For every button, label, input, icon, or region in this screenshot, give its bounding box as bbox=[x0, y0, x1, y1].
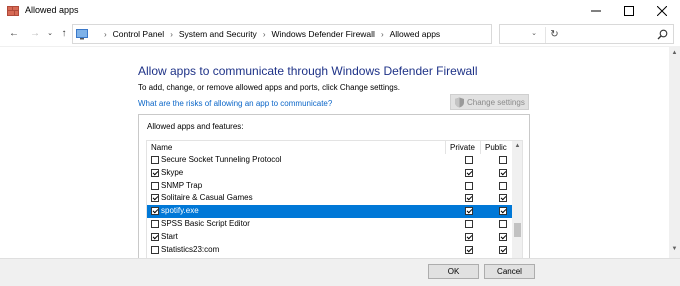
close-icon bbox=[657, 6, 667, 16]
app-enabled-checkbox[interactable] bbox=[151, 245, 159, 254]
breadcrumb-allowed-apps[interactable]: Allowed apps bbox=[390, 29, 441, 39]
private-checkbox[interactable] bbox=[465, 232, 473, 241]
allowed-apps-group: Allowed apps and features: Name Private … bbox=[138, 114, 530, 265]
minimize-icon bbox=[591, 10, 601, 12]
maximize-icon bbox=[624, 6, 634, 16]
breadcrumb[interactable]: › Control Panel › System and Security › … bbox=[72, 24, 559, 44]
intro-text: To add, change, or remove allowed apps a… bbox=[138, 83, 400, 92]
scroll-down-arrow[interactable]: ▼ bbox=[669, 246, 680, 256]
risks-link[interactable]: What are the risks of allowing an app to… bbox=[138, 99, 332, 108]
cancel-button[interactable]: Cancel bbox=[484, 264, 535, 279]
app-enabled-checkbox[interactable] bbox=[151, 232, 159, 241]
public-checkbox[interactable] bbox=[499, 156, 507, 164]
scroll-up-arrow[interactable]: ▲ bbox=[512, 141, 522, 152]
app-enabled-checkbox[interactable] bbox=[151, 156, 159, 164]
public-checkbox[interactable] bbox=[499, 181, 507, 190]
column-divider bbox=[480, 141, 481, 154]
table-row[interactable]: spotify.exe bbox=[147, 205, 512, 218]
firewall-app-icon bbox=[7, 6, 19, 16]
scroll-thumb[interactable] bbox=[514, 223, 521, 237]
forward-button[interactable]: → bbox=[29, 28, 41, 40]
column-header-name[interactable]: Name bbox=[151, 143, 172, 152]
private-checkbox[interactable] bbox=[465, 156, 473, 164]
breadcrumb-separator: › bbox=[104, 29, 107, 39]
app-name: Solitaire & Casual Games bbox=[161, 193, 253, 203]
app-name: Skype bbox=[161, 167, 184, 177]
app-name: SNMP Trap bbox=[161, 180, 203, 190]
control-panel-icon bbox=[76, 29, 88, 40]
app-enabled-checkbox[interactable] bbox=[151, 207, 159, 216]
breadcrumb-system-and-security[interactable]: System and Security bbox=[179, 29, 257, 39]
table-rows: Secure Socket Tunneling Protocol Skype S… bbox=[147, 154, 512, 256]
window-title: Allowed apps bbox=[25, 5, 79, 15]
column-header-private[interactable]: Private bbox=[450, 143, 475, 152]
page-title: Allow apps to communicate through Window… bbox=[138, 64, 478, 78]
page-scrollbar[interactable]: ▲ ▼ bbox=[669, 47, 680, 259]
public-checkbox[interactable] bbox=[499, 168, 507, 177]
minimize-button[interactable] bbox=[581, 0, 611, 22]
app-enabled-checkbox[interactable] bbox=[151, 194, 159, 203]
breadcrumb-windows-defender-firewall[interactable]: Windows Defender Firewall bbox=[271, 29, 374, 39]
shield-icon bbox=[455, 97, 464, 107]
title-bar: Allowed apps bbox=[0, 0, 680, 22]
arrow-right-icon: → bbox=[30, 28, 40, 39]
back-button[interactable]: ← bbox=[8, 28, 20, 40]
public-checkbox[interactable] bbox=[499, 219, 507, 228]
table-header: Name Private Public bbox=[147, 141, 512, 154]
table-scrollbar[interactable]: ▲ bbox=[512, 141, 522, 265]
app-enabled-checkbox[interactable] bbox=[151, 168, 159, 177]
table-row[interactable]: Solitaire & Casual Games bbox=[147, 192, 512, 205]
public-checkbox[interactable] bbox=[499, 245, 507, 254]
breadcrumb-separator: › bbox=[170, 29, 173, 39]
public-checkbox[interactable] bbox=[499, 207, 507, 216]
recent-locations-button[interactable]: ⌄ bbox=[44, 28, 56, 40]
app-name: SPSS Basic Script Editor bbox=[161, 218, 250, 228]
up-button[interactable]: ↑ bbox=[58, 28, 70, 40]
search-input[interactable] bbox=[499, 24, 674, 44]
close-button[interactable] bbox=[647, 0, 677, 22]
app-name: spotify.exe bbox=[161, 206, 199, 216]
app-name: Statistics23:com bbox=[161, 244, 220, 254]
arrow-up-icon: ↑ bbox=[61, 28, 67, 39]
breadcrumb-separator: › bbox=[380, 29, 384, 39]
change-settings-button[interactable]: Change settings bbox=[450, 94, 529, 110]
ok-button[interactable]: OK bbox=[428, 264, 479, 279]
private-checkbox[interactable] bbox=[465, 207, 473, 216]
chevron-down-icon: ⌄ bbox=[47, 30, 53, 37]
table-row[interactable]: Statistics23:com bbox=[147, 244, 512, 257]
table-row[interactable]: Secure Socket Tunneling Protocol bbox=[147, 154, 512, 167]
app-enabled-checkbox[interactable] bbox=[151, 181, 159, 190]
maximize-button[interactable] bbox=[614, 0, 644, 22]
private-checkbox[interactable] bbox=[465, 181, 473, 190]
column-divider bbox=[445, 141, 446, 154]
content-pane: Allow apps to communicate through Window… bbox=[0, 46, 680, 265]
app-enabled-checkbox[interactable] bbox=[151, 219, 159, 228]
breadcrumb-separator: › bbox=[262, 29, 266, 39]
search-icon bbox=[657, 29, 668, 40]
table-row[interactable]: SNMP Trap bbox=[147, 180, 512, 193]
group-label: Allowed apps and features: bbox=[147, 122, 244, 131]
public-checkbox[interactable] bbox=[499, 194, 507, 203]
private-checkbox[interactable] bbox=[465, 194, 473, 203]
arrow-left-icon: ← bbox=[9, 28, 19, 39]
column-header-public[interactable]: Public bbox=[485, 143, 507, 152]
public-checkbox[interactable] bbox=[499, 232, 507, 241]
allowed-apps-table: Name Private Public Secure Socket Tunnel… bbox=[146, 140, 523, 265]
table-row[interactable]: SPSS Basic Script Editor bbox=[147, 218, 512, 231]
dialog-footer: OK Cancel bbox=[0, 258, 680, 286]
table-row[interactable]: Skype bbox=[147, 167, 512, 180]
scroll-up-arrow[interactable]: ▲ bbox=[669, 50, 680, 60]
app-name: Start bbox=[161, 231, 178, 241]
private-checkbox[interactable] bbox=[465, 245, 473, 254]
app-name: Secure Socket Tunneling Protocol bbox=[161, 155, 282, 164]
private-checkbox[interactable] bbox=[465, 168, 473, 177]
address-row: ← → ⌄ ↑ › Control Panel › System and Sec… bbox=[0, 22, 680, 46]
breadcrumb-control-panel[interactable]: Control Panel bbox=[113, 29, 165, 39]
private-checkbox[interactable] bbox=[465, 219, 473, 228]
table-row[interactable]: Start bbox=[147, 231, 512, 244]
change-settings-label: Change settings bbox=[467, 97, 525, 107]
